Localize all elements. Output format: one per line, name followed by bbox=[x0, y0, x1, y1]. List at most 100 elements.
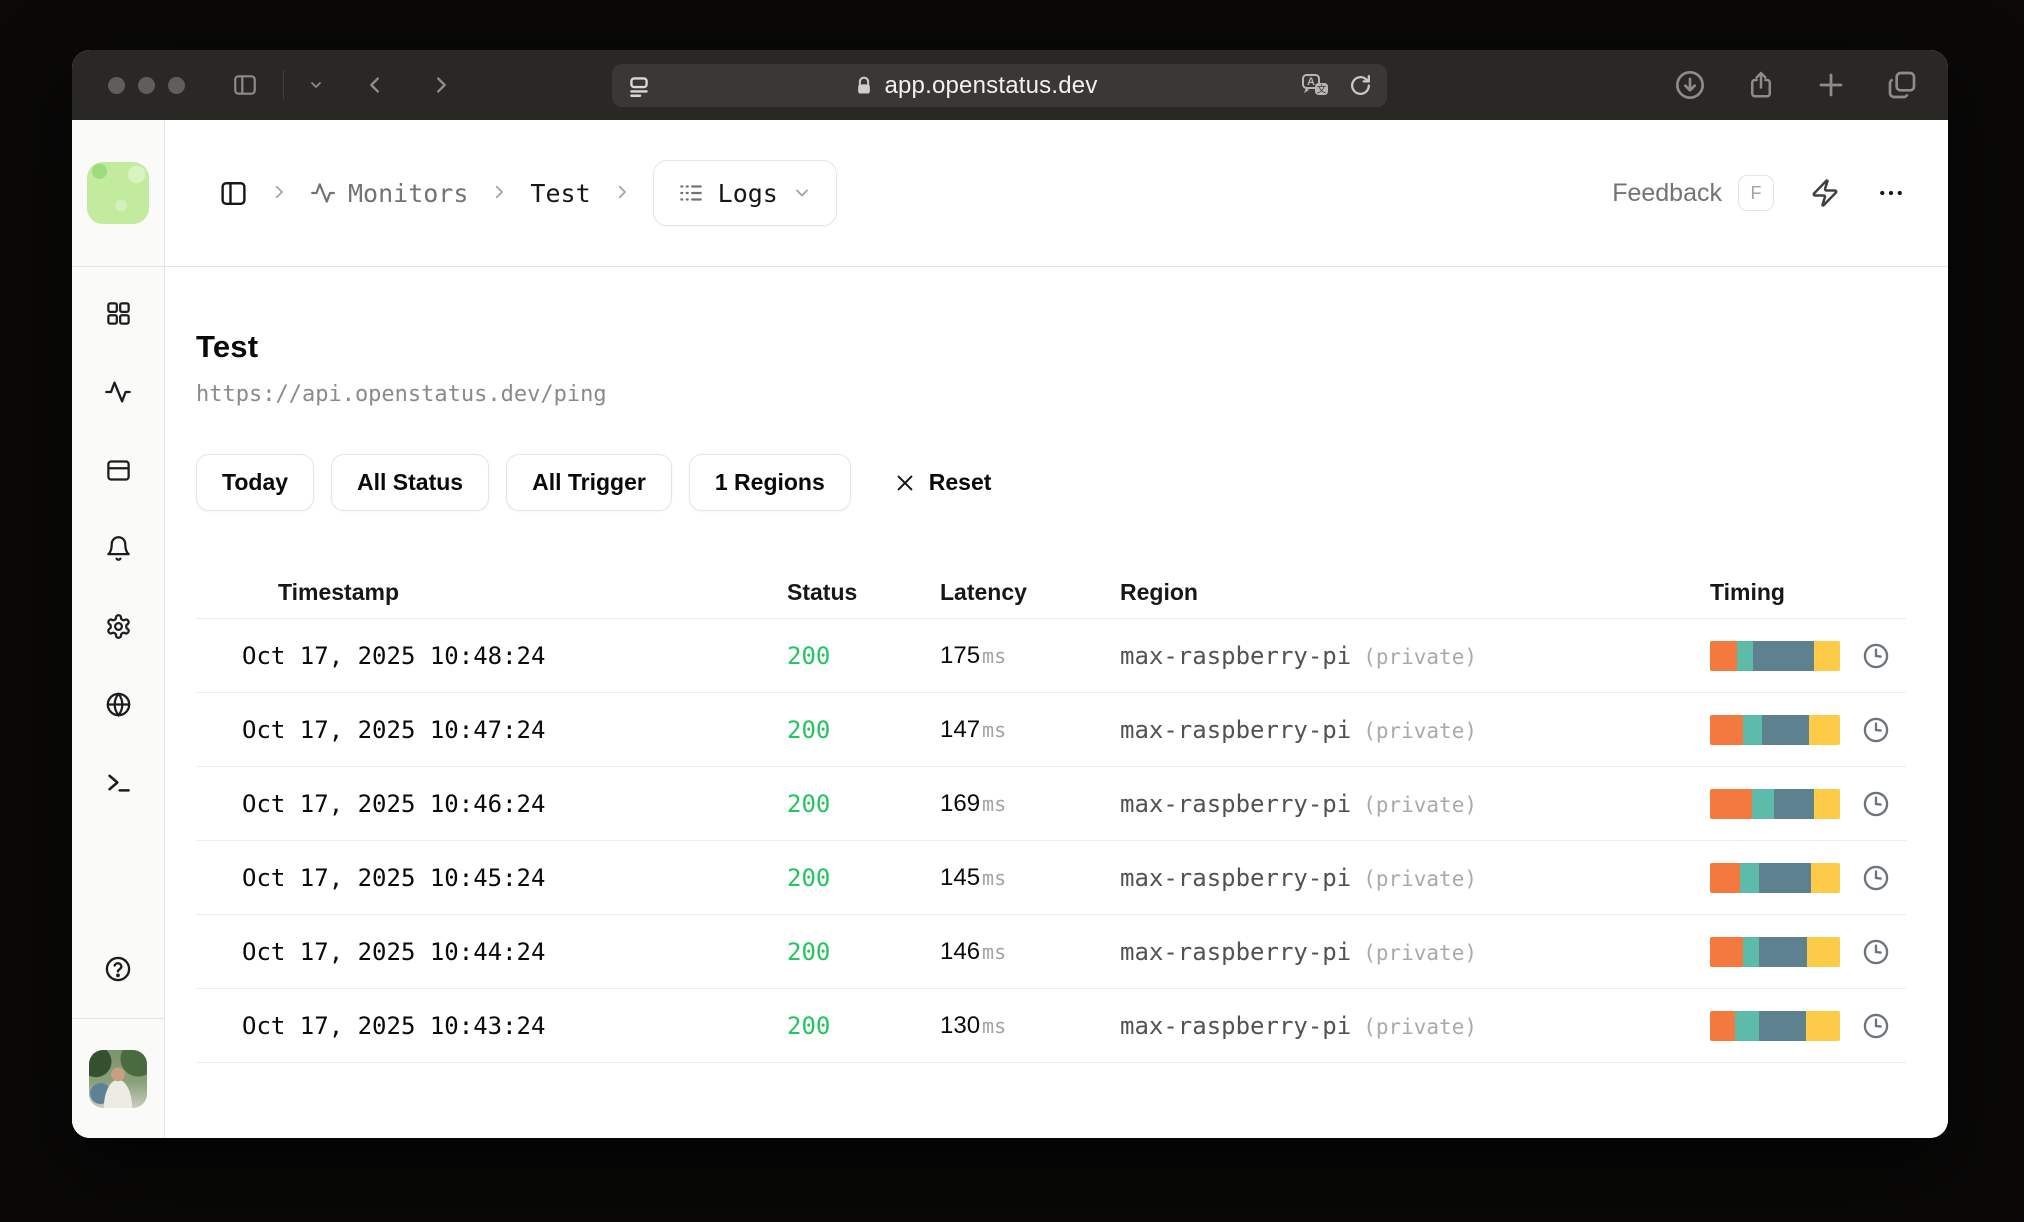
filter-bar: Today All Status All Trigger 1 Regions R… bbox=[196, 454, 1906, 511]
log-region: max-raspberry-pi bbox=[1120, 937, 1352, 966]
command-menu-icon[interactable] bbox=[1810, 178, 1840, 208]
browser-sidebar-icon[interactable] bbox=[231, 72, 259, 98]
log-timestamp: Oct 17, 2025 10:45:24 bbox=[242, 863, 546, 892]
log-latency: 175 bbox=[940, 641, 981, 669]
breadcrumb: Monitors Test Logs bbox=[219, 160, 837, 226]
chevron-right-icon bbox=[490, 179, 508, 208]
log-region: max-raspberry-pi bbox=[1120, 715, 1352, 744]
clock-icon[interactable] bbox=[1862, 864, 1890, 892]
table-row[interactable]: Oct 17, 2025 10:46:24 200 169 ms max-rasp… bbox=[196, 767, 1906, 841]
log-status: 200 bbox=[787, 937, 831, 966]
tab-overview-icon[interactable] bbox=[1886, 69, 1918, 101]
timing-segment bbox=[1811, 862, 1840, 893]
column-status: Status bbox=[787, 579, 858, 605]
minimize-window-icon[interactable] bbox=[138, 76, 155, 94]
log-latency: 130 bbox=[940, 1011, 981, 1039]
breadcrumb-monitors[interactable]: Monitors bbox=[310, 179, 468, 208]
log-latency: 145 bbox=[940, 863, 981, 891]
globe-icon[interactable] bbox=[105, 691, 132, 723]
zoom-window-icon[interactable] bbox=[168, 76, 185, 94]
table-row[interactable]: Oct 17, 2025 10:45:24 200 145 ms max-rasp… bbox=[196, 841, 1906, 915]
workspace-logo[interactable] bbox=[87, 162, 149, 224]
timing-segment bbox=[1742, 936, 1760, 967]
clock-icon[interactable] bbox=[1862, 938, 1890, 966]
chevron-right-icon bbox=[270, 179, 288, 208]
timing-segment bbox=[1710, 640, 1738, 671]
timing-segment bbox=[1752, 640, 1814, 671]
clock-icon[interactable] bbox=[1862, 790, 1890, 818]
translate-icon[interactable]: A 文 bbox=[1300, 72, 1332, 100]
view-switcher-button[interactable]: Logs bbox=[652, 160, 837, 226]
log-timestamp: Oct 17, 2025 10:47:24 bbox=[242, 715, 546, 744]
timing-segment bbox=[1751, 788, 1774, 819]
feedback-shortcut-badge: F bbox=[1738, 175, 1774, 211]
status-filter-button[interactable]: All Status bbox=[331, 454, 490, 511]
svg-text:A: A bbox=[1307, 76, 1315, 88]
clock-icon[interactable] bbox=[1862, 1012, 1890, 1040]
column-timing: Timing bbox=[1710, 579, 1785, 605]
notifications-icon[interactable] bbox=[105, 535, 132, 567]
address-bar[interactable]: app.openstatus.dev A 文 bbox=[612, 64, 1387, 107]
feedback-button[interactable]: Feedback F bbox=[1612, 175, 1774, 211]
user-avatar[interactable] bbox=[89, 1049, 147, 1108]
timing-segment bbox=[1762, 714, 1809, 745]
column-timestamp: Timestamp bbox=[278, 579, 400, 605]
timing-segment bbox=[1759, 862, 1812, 893]
close-window-icon[interactable] bbox=[108, 76, 125, 94]
page-title: Test bbox=[196, 329, 259, 364]
log-latency: 146 bbox=[940, 937, 981, 965]
date-filter-button[interactable]: Today bbox=[196, 454, 315, 511]
table-row[interactable]: Oct 17, 2025 10:43:24 200 130 ms max-rasp… bbox=[196, 989, 1906, 1063]
log-status: 200 bbox=[787, 715, 831, 744]
breadcrumb-current[interactable]: Test bbox=[530, 179, 590, 208]
download-icon[interactable] bbox=[1674, 69, 1706, 101]
back-icon[interactable] bbox=[364, 72, 386, 98]
monitors-icon[interactable] bbox=[104, 378, 132, 411]
logs-table: Timestamp Status Latency Region Timing O… bbox=[196, 567, 1906, 1063]
reader-icon[interactable] bbox=[626, 73, 652, 99]
status-pages-icon[interactable] bbox=[105, 457, 132, 489]
browser-window: app.openstatus.dev A 文 Monitors Test Log… bbox=[72, 50, 1948, 1138]
cli-icon[interactable] bbox=[105, 769, 132, 801]
timing-segment bbox=[1710, 714, 1743, 745]
log-status: 200 bbox=[787, 789, 831, 818]
dashboard-icon[interactable] bbox=[105, 300, 132, 332]
table-row[interactable]: Oct 17, 2025 10:44:24 200 146 ms max-rasp… bbox=[196, 915, 1906, 989]
trigger-filter-button[interactable]: All Trigger bbox=[506, 454, 672, 511]
forward-icon[interactable] bbox=[430, 72, 452, 98]
chevron-down-icon[interactable] bbox=[308, 77, 324, 93]
column-latency: Latency bbox=[940, 579, 1027, 605]
table-row[interactable]: Oct 17, 2025 10:47:24 200 147 ms max-rasp… bbox=[196, 693, 1906, 767]
timing-segment bbox=[1807, 936, 1840, 967]
log-timestamp: Oct 17, 2025 10:43:24 bbox=[242, 1011, 546, 1040]
table-header-row: Timestamp Status Latency Region Timing bbox=[196, 567, 1906, 619]
log-timestamp: Oct 17, 2025 10:48:24 bbox=[242, 641, 546, 670]
reset-filters-button[interactable]: Reset bbox=[894, 469, 991, 496]
new-tab-icon[interactable] bbox=[1816, 70, 1846, 100]
timing-bar bbox=[1710, 862, 1840, 893]
settings-icon[interactable] bbox=[105, 613, 132, 645]
timing-segment bbox=[1773, 788, 1814, 819]
log-timestamp: Oct 17, 2025 10:44:24 bbox=[242, 937, 546, 966]
svg-text:文: 文 bbox=[1317, 83, 1327, 95]
timing-segment bbox=[1759, 1010, 1807, 1041]
reload-icon[interactable] bbox=[1348, 73, 1373, 98]
share-icon[interactable] bbox=[1746, 69, 1776, 101]
clock-icon[interactable] bbox=[1862, 642, 1890, 670]
timing-segment bbox=[1813, 640, 1840, 671]
timing-bar bbox=[1710, 936, 1840, 967]
sidebar-toggle-icon[interactable] bbox=[219, 179, 248, 208]
window-controls[interactable] bbox=[108, 76, 185, 94]
clock-icon[interactable] bbox=[1862, 716, 1890, 744]
help-icon[interactable] bbox=[104, 955, 132, 988]
regions-filter-button[interactable]: 1 Regions bbox=[688, 454, 851, 511]
timing-segment bbox=[1737, 640, 1753, 671]
timing-segment bbox=[1710, 862, 1740, 893]
column-region: Region bbox=[1120, 579, 1198, 605]
address-text[interactable]: app.openstatus.dev bbox=[884, 72, 1097, 100]
more-options-icon[interactable] bbox=[1876, 178, 1906, 208]
log-latency: 169 bbox=[940, 789, 981, 817]
log-latency: 147 bbox=[940, 715, 981, 743]
table-row[interactable]: Oct 17, 2025 10:48:24 200 175 ms max-rasp… bbox=[196, 619, 1906, 693]
chevron-down-icon bbox=[792, 183, 812, 203]
